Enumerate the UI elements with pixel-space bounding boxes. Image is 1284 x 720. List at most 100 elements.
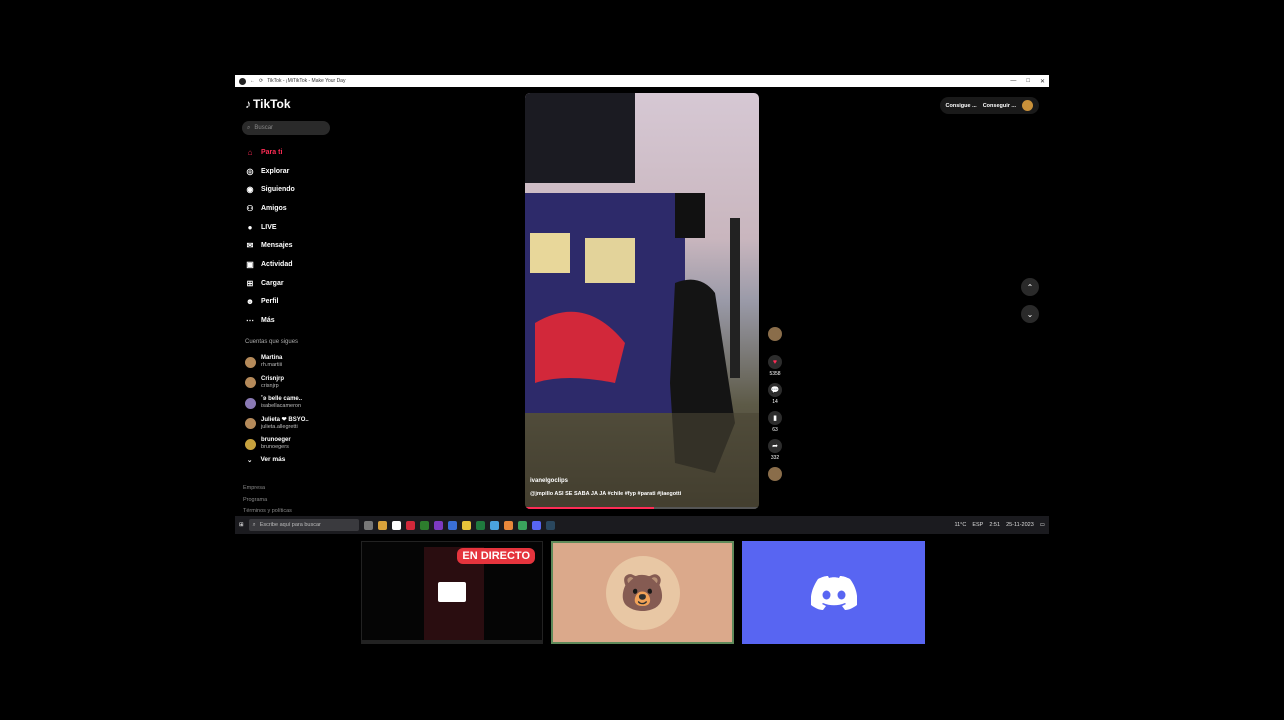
get-app-button[interactable]: Conseguir ... bbox=[983, 103, 1016, 109]
winnie-pooh-avatar-panel: 🐻 bbox=[551, 541, 734, 644]
sidebar-nav: ⌂ Para ti ◎ Explorar ◉ Siguiendo ⚇ Amigo… bbox=[245, 143, 295, 330]
nav-item-siguiendo[interactable]: ◉ Siguiendo bbox=[245, 180, 295, 199]
nav-item-actividad[interactable]: ▣ Actividad bbox=[245, 255, 295, 274]
chrome-icon[interactable] bbox=[517, 520, 527, 530]
video-actions: ♥ 5358 💬 14 ▮ 63 ➦ 332 bbox=[763, 327, 787, 481]
tab-title: TikTok - ¡MiTikTok - Make Your Day bbox=[267, 78, 346, 84]
video-caption: @jmpillo ASI SE SABA JA JA #chile #fyp #… bbox=[530, 491, 682, 497]
bookmark-icon[interactable]: ▮ bbox=[768, 411, 782, 425]
excel-icon[interactable] bbox=[475, 520, 485, 530]
account-item[interactable]: Martina rh.martiii bbox=[245, 352, 309, 373]
steam-icon[interactable] bbox=[545, 520, 555, 530]
previous-video-button[interactable]: ⌃ bbox=[1021, 278, 1039, 296]
nav-item-cargar[interactable]: ⊞ Cargar bbox=[245, 274, 295, 293]
back-button[interactable]: ← bbox=[250, 78, 255, 84]
footer-link[interactable]: Programa bbox=[243, 495, 292, 507]
tiktok-logo[interactable]: ♪ TikTok bbox=[245, 97, 291, 111]
app-icon[interactable] bbox=[433, 520, 443, 530]
heart-icon[interactable]: ♥ bbox=[768, 355, 782, 369]
sidebar-footer: Empresa Programa Términos y políticas bbox=[243, 483, 292, 518]
avatar bbox=[245, 377, 256, 389]
avatar bbox=[245, 438, 256, 450]
clock-time[interactable]: 2:51 bbox=[989, 522, 1000, 528]
close-button[interactable]: ✕ bbox=[1040, 78, 1045, 85]
reload-button[interactable]: ⟳ bbox=[259, 78, 263, 84]
video-frame bbox=[525, 93, 759, 509]
avatar bbox=[245, 397, 256, 409]
app-icon[interactable] bbox=[391, 520, 401, 530]
upload-icon: ⊞ bbox=[246, 278, 254, 288]
chevron-down-icon: ⌄ bbox=[1026, 309, 1034, 319]
search-input[interactable]: ⌕ Buscar bbox=[242, 121, 330, 135]
following-heading: Cuentas que sigues bbox=[245, 339, 299, 345]
windows-start-icon[interactable]: ⊞ bbox=[239, 522, 244, 528]
app-icon[interactable] bbox=[377, 520, 387, 530]
nav-item-perfil[interactable]: ☻ Perfil bbox=[245, 293, 295, 312]
video-progress-fill bbox=[525, 507, 654, 509]
activity-icon: ▣ bbox=[246, 259, 254, 269]
app-icon[interactable] bbox=[405, 520, 415, 530]
friends-icon: ⚇ bbox=[246, 203, 254, 213]
video-player[interactable]: ivanelgoclips @jmpillo ASI SE SABA JA JA… bbox=[525, 93, 759, 509]
messages-icon: ✉ bbox=[246, 241, 254, 251]
home-icon: ⌂ bbox=[247, 147, 253, 157]
top-right-bar: Consigue ... Conseguir ... bbox=[939, 97, 1039, 114]
share-count: 332 bbox=[770, 455, 780, 461]
nav-item-para-ti[interactable]: ⌂ Para ti bbox=[245, 143, 295, 162]
compass-icon: ◎ bbox=[246, 166, 254, 176]
clock-date[interactable]: 25-11-2023 bbox=[1006, 522, 1034, 528]
sound-avatar[interactable] bbox=[768, 467, 782, 481]
nav-item-mensajes[interactable]: ✉ Mensajes bbox=[245, 236, 295, 255]
discord-icon[interactable] bbox=[531, 520, 541, 530]
app-icon[interactable] bbox=[503, 520, 513, 530]
desktop-screen: ← ⟳ TikTok - ¡MiTikTok - Make Your Day —… bbox=[235, 75, 1049, 534]
live-badge: EN DIRECTO bbox=[457, 548, 535, 564]
taskview-icon[interactable] bbox=[363, 520, 373, 530]
app-icon[interactable] bbox=[447, 520, 457, 530]
chevron-down-icon: ⌄ bbox=[247, 457, 253, 464]
following-icon: ◉ bbox=[246, 185, 254, 195]
notification-icon[interactable]: ▭ bbox=[1040, 522, 1045, 528]
account-item[interactable]: Crisnjrp crisnjrp bbox=[245, 373, 309, 394]
app-icon[interactable] bbox=[461, 520, 471, 530]
system-tray: 11°C ESP 2:51 25-11-2023 ▭ bbox=[954, 522, 1045, 528]
profile-icon: ☻ bbox=[245, 297, 255, 307]
discord-panel bbox=[742, 541, 925, 644]
account-item[interactable]: Julieta ❤ BSYO.. julieta.allegretti bbox=[245, 414, 309, 435]
get-coins-button[interactable]: Consigue ... bbox=[946, 103, 977, 109]
avatar bbox=[245, 418, 256, 430]
account-item[interactable]: brunoeger brunoegers bbox=[245, 434, 309, 455]
see-more-button[interactable]: ⌄ Ver más bbox=[247, 456, 285, 464]
music-note-icon: ♪ bbox=[245, 97, 251, 111]
user-avatar[interactable] bbox=[1022, 100, 1033, 111]
taskbar-search[interactable]: ⌕ Escribe aquí para buscar bbox=[248, 519, 359, 531]
chevron-up-icon: ⌃ bbox=[1026, 282, 1034, 292]
app-icon[interactable] bbox=[489, 520, 499, 530]
minimize-button[interactable]: — bbox=[1010, 78, 1016, 85]
comment-icon[interactable]: 💬 bbox=[768, 383, 782, 397]
bear-avatar: 🐻 bbox=[605, 555, 680, 630]
account-item[interactable]: ˚ʚ belle came.. isabellacameron bbox=[245, 393, 309, 414]
language-indicator[interactable]: ESP bbox=[972, 522, 983, 528]
next-video-button[interactable]: ⌄ bbox=[1021, 305, 1039, 323]
share-icon[interactable]: ➦ bbox=[768, 439, 782, 453]
weather-text[interactable]: 11°C bbox=[954, 522, 966, 528]
live-icon: ● bbox=[247, 222, 253, 232]
windows-taskbar: ⊞ ⌕ Escribe aquí para buscar 11°C ESP 2:… bbox=[235, 516, 1049, 534]
like-count: 5358 bbox=[769, 371, 781, 377]
bookmark-count: 63 bbox=[772, 427, 778, 433]
search-icon: ⌕ bbox=[252, 521, 256, 528]
creator-avatar[interactable] bbox=[768, 327, 782, 341]
avatar bbox=[245, 356, 256, 368]
app-icon[interactable] bbox=[419, 520, 429, 530]
maximize-button[interactable]: □ bbox=[1026, 78, 1030, 85]
nav-item-amigos[interactable]: ⚇ Amigos bbox=[245, 199, 295, 218]
footer-link[interactable]: Empresa bbox=[243, 483, 292, 495]
video-username[interactable]: ivanelgoclips bbox=[530, 478, 568, 484]
video-progress-bar[interactable] bbox=[525, 507, 759, 509]
search-icon: ⌕ bbox=[247, 124, 251, 131]
stream-camera-panel: EN DIRECTO bbox=[361, 541, 543, 644]
nav-item-mas[interactable]: ⋯ Más bbox=[245, 311, 295, 330]
nav-item-live[interactable]: ● LIVE bbox=[245, 218, 295, 237]
nav-item-explorar[interactable]: ◎ Explorar bbox=[245, 162, 295, 181]
